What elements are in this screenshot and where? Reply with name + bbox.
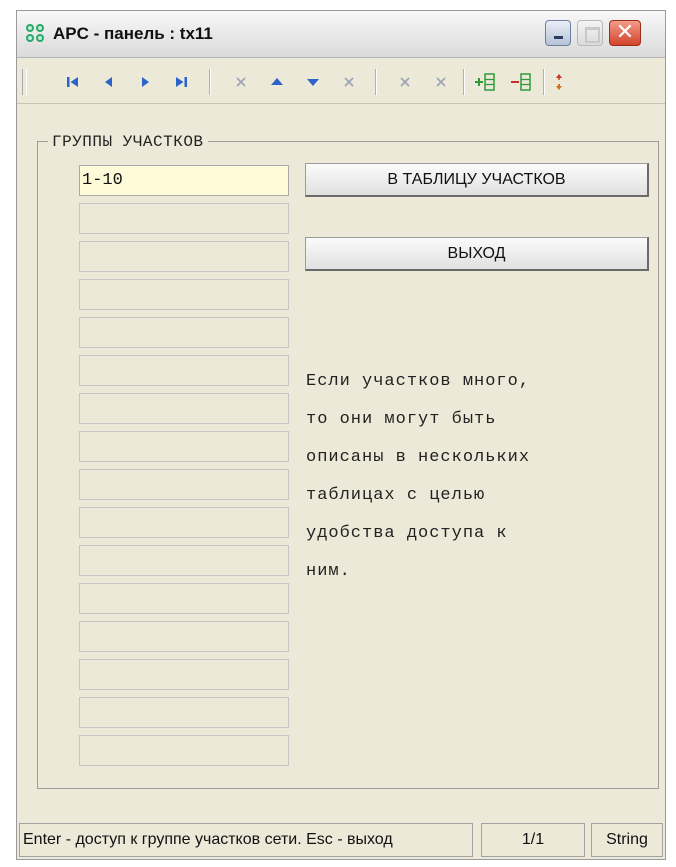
cancel-x-icon[interactable] [229, 70, 253, 94]
group-field[interactable] [79, 355, 289, 386]
group-field[interactable] [79, 545, 289, 576]
group-field[interactable] [79, 659, 289, 690]
group-field[interactable] [79, 621, 289, 652]
group-field[interactable] [79, 507, 289, 538]
group-field[interactable]: 1-10 [79, 165, 289, 196]
cancel-x-icon[interactable] [393, 70, 417, 94]
close-button[interactable]: ✕ [609, 20, 641, 46]
remove-row-icon[interactable] [509, 70, 533, 94]
groups-legend: ГРУППЫ УЧАСТКОВ [48, 133, 208, 151]
group-field[interactable] [79, 241, 289, 272]
close-icon: ✕ [615, 20, 635, 45]
to-sections-table-button[interactable]: В ТАБЛИЦУ УЧАСТКОВ [305, 163, 649, 197]
toolbar [17, 59, 665, 104]
minimize-button[interactable] [545, 20, 571, 46]
window-title: APC - панель : tx11 [53, 24, 213, 43]
maximize-icon [585, 27, 600, 43]
maximize-button[interactable] [577, 20, 603, 46]
cancel-x-icon[interactable] [429, 70, 453, 94]
add-row-icon[interactable] [473, 70, 497, 94]
first-record-icon[interactable] [61, 70, 85, 94]
move-down-icon[interactable] [301, 70, 325, 94]
group-field[interactable] [79, 469, 289, 500]
group-field[interactable] [79, 431, 289, 462]
toolbar-grip[interactable] [22, 69, 27, 95]
toolbar-separator [375, 69, 377, 95]
next-record-icon[interactable] [133, 70, 157, 94]
group-field[interactable] [79, 393, 289, 424]
status-hint: Enter - доступ к группе участков сети. E… [19, 823, 473, 857]
status-bar: Enter - доступ к группе участков сети. E… [17, 823, 665, 859]
toolbar-separator [543, 69, 545, 95]
info-text: Если участков много, то они могут быть о… [306, 372, 531, 581]
status-position: 1/1 [481, 823, 585, 857]
title-bar[interactable]: APC - панель : tx11 ✕ [17, 11, 665, 58]
toolbar-separator [209, 69, 211, 95]
move-up-icon[interactable] [265, 70, 289, 94]
minimize-icon [554, 36, 563, 39]
last-record-icon[interactable] [169, 70, 193, 94]
app-icon [26, 24, 44, 42]
group-field[interactable] [79, 203, 289, 234]
group-field[interactable] [79, 317, 289, 348]
toolbar-separator [463, 69, 465, 95]
prev-record-icon[interactable] [97, 70, 121, 94]
cancel-x-icon[interactable] [337, 70, 361, 94]
app-window: APC - панель : tx11 ✕ ГРУППЫ УЧАСТКОВ 1-… [16, 10, 666, 860]
group-field[interactable] [79, 279, 289, 310]
group-field[interactable] [79, 583, 289, 614]
group-field[interactable] [79, 735, 289, 766]
refresh-icon[interactable] [547, 70, 571, 94]
status-type: String [591, 823, 663, 857]
exit-button[interactable]: ВЫХОД [305, 237, 649, 271]
group-field[interactable] [79, 697, 289, 728]
